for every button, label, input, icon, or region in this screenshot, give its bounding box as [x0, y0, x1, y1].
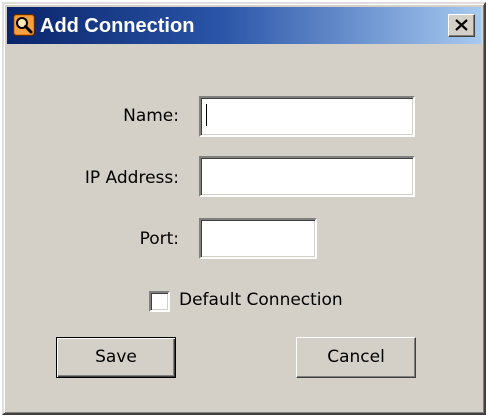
save-button[interactable]: Save	[56, 337, 176, 378]
text-caret	[206, 104, 207, 126]
magnifier-icon	[13, 14, 35, 36]
cancel-button[interactable]: Cancel	[296, 337, 416, 378]
name-field-wrapper	[199, 96, 415, 137]
default-connection-checkbox[interactable]	[149, 291, 170, 312]
add-connection-dialog: Add Connection Name: IP Address: Port: D…	[2, 2, 486, 415]
close-button[interactable]	[448, 14, 475, 37]
ip-address-input[interactable]	[199, 156, 415, 197]
name-label: Name:	[123, 106, 179, 126]
port-label: Port:	[139, 229, 179, 249]
default-connection-label[interactable]: Default Connection	[179, 290, 343, 310]
name-input[interactable]	[199, 96, 415, 137]
close-icon	[455, 19, 468, 31]
title-bar[interactable]: Add Connection	[7, 7, 481, 44]
window-title: Add Connection	[40, 15, 195, 37]
ip-address-label: IP Address:	[84, 168, 179, 188]
port-input[interactable]	[199, 218, 317, 259]
